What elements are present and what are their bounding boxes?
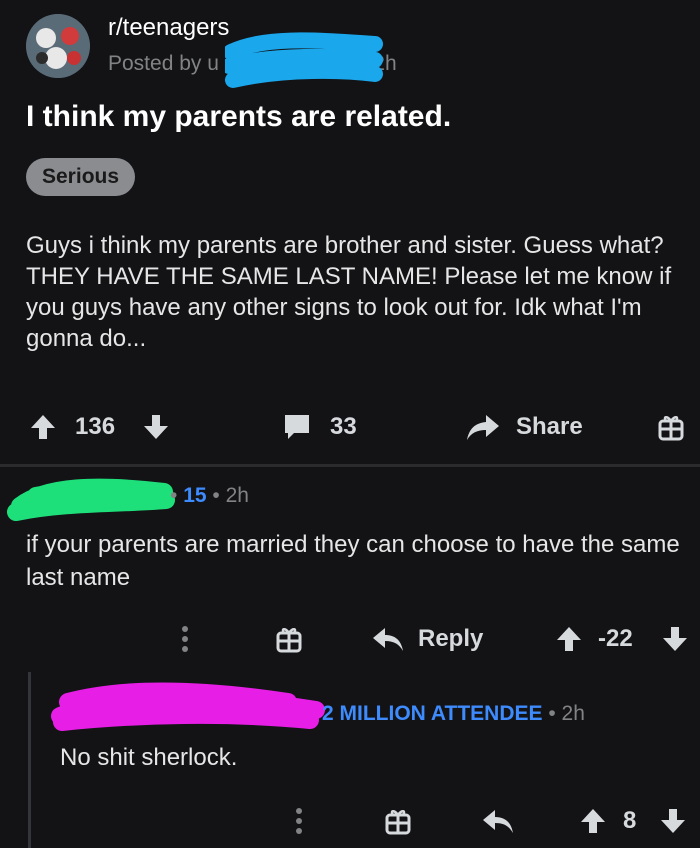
post-action-bar: 136 33 Share (0, 402, 700, 452)
post-title[interactable]: I think my parents are related. (26, 100, 451, 134)
downvote-arrow-icon (144, 415, 168, 439)
subreddit-avatar-art-icon (26, 14, 90, 78)
subreddit-name[interactable]: r/teenagers (108, 14, 229, 42)
subreddit-avatar[interactable] (26, 14, 90, 78)
downvote-arrow-icon (663, 627, 687, 651)
gift-icon (276, 628, 302, 653)
comment2-meta: 2 MILLION ATTENDEE • 2h (322, 702, 585, 725)
username-redaction (225, 32, 383, 88)
comment2-action-bar: 8 (0, 796, 700, 846)
comment-bubble-icon (285, 415, 309, 439)
post-comment-count: 33 (330, 413, 357, 440)
comment2-downvote-button[interactable] (660, 807, 686, 835)
comment1-age: 2h (225, 484, 249, 507)
post-upvote-button[interactable] (30, 413, 56, 441)
comment1-downvote-button[interactable] (662, 625, 688, 653)
comment1-upvote-button[interactable] (556, 625, 582, 653)
share-label: Share (516, 413, 583, 440)
comment1-award-button[interactable] (275, 625, 303, 653)
post-flair-badge[interactable]: Serious (26, 158, 136, 196)
post-award-button[interactable] (657, 413, 685, 441)
comment1-more-button[interactable] (180, 624, 190, 654)
comment2-text: No shit sherlock. (60, 744, 238, 771)
reply-arrow-icon (483, 810, 513, 833)
comment1-reply-button[interactable]: Reply (372, 625, 483, 653)
comment2-more-button[interactable] (294, 806, 304, 836)
upvote-arrow-icon (557, 627, 581, 651)
post-body: Guys i think my parents are brother and … (26, 232, 672, 352)
reply-label: Reply (418, 625, 484, 652)
post-comments-button[interactable]: 33 (282, 412, 357, 442)
post-downvote-button[interactable] (143, 413, 169, 441)
upvote-arrow-icon (581, 809, 605, 833)
post-comment-divider (0, 464, 700, 467)
comment1-score: 15 (183, 484, 207, 507)
share-arrow-icon (467, 415, 499, 440)
comment1-username-redaction (7, 478, 175, 521)
comment1-text: if your parents are married they can cho… (26, 531, 680, 591)
comment2-username-redaction (51, 682, 325, 731)
comment1-meta: • 15 • 2h (170, 484, 249, 507)
downvote-arrow-icon (661, 809, 685, 833)
upvote-arrow-icon (31, 415, 55, 439)
comment1-action-bar: Reply -22 (0, 614, 700, 664)
comment2-user-flair: 2 MILLION ATTENDEE (322, 702, 543, 725)
more-vertical-icon (296, 808, 302, 834)
comment2-vote-count: 8 (623, 807, 637, 834)
comment1-vote-count: -22 (598, 625, 633, 652)
comment2-reply-button[interactable] (482, 808, 514, 834)
post-share-button[interactable]: Share (466, 413, 583, 441)
posted-by-label[interactable]: Posted by u (108, 52, 219, 75)
comment2-age: 2h (561, 702, 585, 725)
comment2-award-button[interactable] (384, 807, 412, 835)
gift-icon (658, 416, 684, 441)
comment2-upvote-button[interactable] (580, 807, 606, 835)
gift-icon (385, 810, 411, 835)
more-vertical-icon (182, 626, 188, 652)
reply-arrow-icon (373, 628, 403, 651)
post-vote-count: 136 (75, 413, 116, 440)
